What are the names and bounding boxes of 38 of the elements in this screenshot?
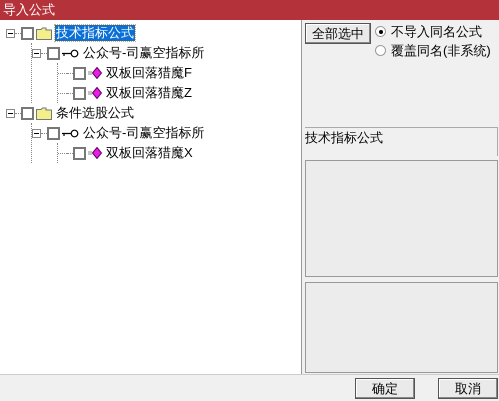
- checkbox[interactable]: [73, 146, 86, 160]
- minus-icon: [34, 130, 39, 136]
- tree-item[interactable]: 技术指标公式: [55, 25, 135, 41]
- minus-icon: [34, 50, 39, 56]
- tree-item[interactable]: 条件选股公式: [55, 105, 135, 121]
- gem-icon: [88, 147, 102, 159]
- radio-button[interactable]: [375, 26, 386, 37]
- collapse-toggle[interactable]: [32, 128, 41, 138]
- key-icon: [62, 128, 79, 138]
- key-icon: [62, 48, 79, 58]
- checkbox[interactable]: [73, 86, 86, 100]
- tree-item[interactable]: 公众号-司赢空指标所: [82, 125, 206, 141]
- checkbox[interactable]: [21, 26, 34, 40]
- gem-icon: [88, 87, 102, 99]
- dialog-button[interactable]: 确定: [355, 378, 415, 398]
- folder-icon: [36, 106, 52, 120]
- collapse-toggle[interactable]: [6, 108, 15, 118]
- radio-label: 覆盖同名(非系统): [391, 42, 491, 60]
- checkbox[interactable]: [47, 46, 60, 60]
- tree-item[interactable]: 双板回落猎魔X: [105, 145, 194, 161]
- window-title: 导入公式: [3, 1, 55, 20]
- radio-button[interactable]: [375, 45, 386, 56]
- collapse-toggle[interactable]: [6, 28, 15, 38]
- checkbox[interactable]: [47, 126, 60, 140]
- select-all-button[interactable]: 全部选中: [305, 23, 371, 44]
- tree-item[interactable]: 双板回落猎魔Z: [105, 85, 193, 101]
- tree-item[interactable]: 公众号-司赢空指标所: [82, 45, 206, 61]
- checkbox[interactable]: [21, 106, 34, 120]
- tree-item[interactable]: 双板回落猎魔F: [105, 65, 193, 81]
- radio-label: 不导入同名公式: [391, 22, 482, 41]
- minus-icon: [8, 30, 13, 36]
- collapse-toggle[interactable]: [32, 48, 41, 58]
- dialog-button[interactable]: 取消: [438, 378, 498, 398]
- folder-icon: [36, 26, 52, 40]
- checkbox[interactable]: [73, 66, 86, 80]
- info-label: 技术指标公式: [305, 127, 498, 156]
- gem-icon: [88, 67, 102, 79]
- minus-icon: [8, 110, 13, 116]
